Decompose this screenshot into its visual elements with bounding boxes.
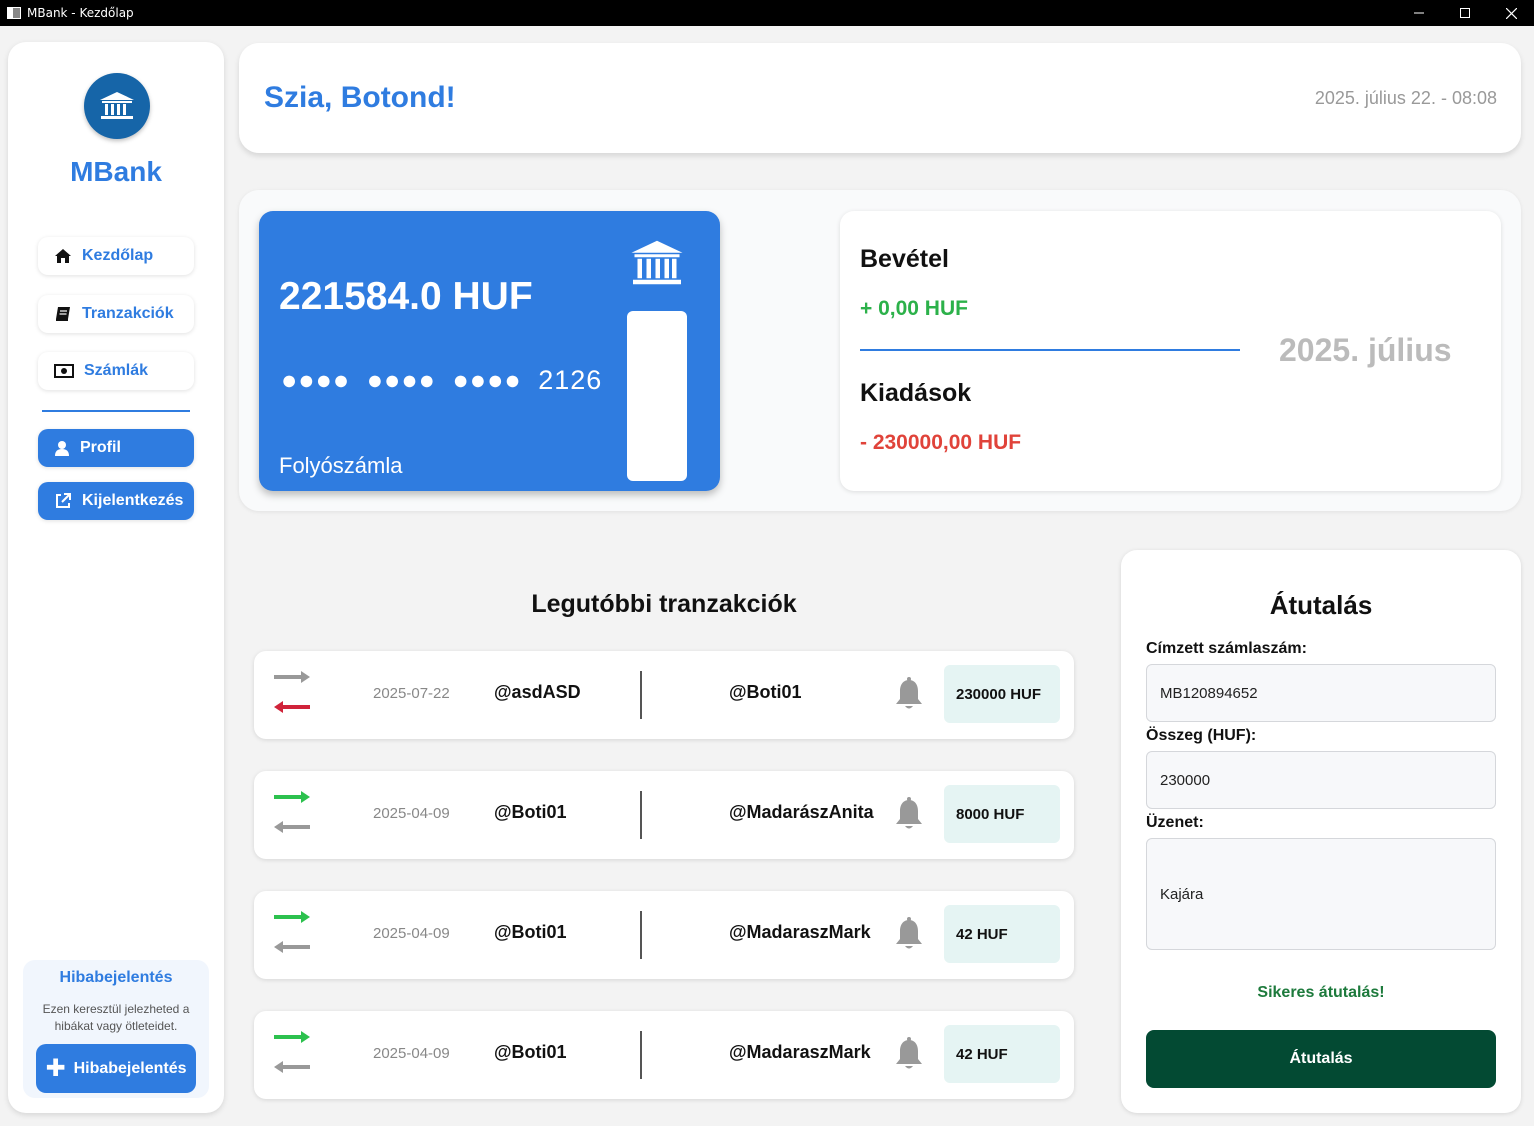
transaction-amount: 42 HUF	[944, 1025, 1060, 1083]
transaction-sender: @Boti01	[494, 802, 567, 822]
bank-icon	[100, 92, 134, 119]
transfer-direction-icon	[274, 671, 310, 713]
message-label: Üzenet:	[1146, 814, 1204, 831]
transfer-submit-button[interactable]: Átutalás	[1146, 1030, 1496, 1088]
transaction-recipient: @Boti01	[729, 682, 802, 702]
close-icon	[1505, 7, 1517, 19]
header: Szia, Botond! 2025. július 22. - 08:08	[239, 43, 1521, 153]
card-bank-icon	[630, 239, 684, 294]
minimize-icon	[1414, 12, 1424, 14]
logout-label: Kijelentkezés	[82, 492, 184, 509]
bell-icon[interactable]	[894, 797, 924, 831]
transaction-date: 2025-07-22	[373, 685, 450, 702]
transaction-amount: 8000 HUF	[944, 785, 1060, 843]
transaction-separator	[640, 1031, 642, 1079]
monthly-summary: Bevétel + 0,00 HUF Kiadások - 230000,00 …	[840, 211, 1501, 491]
user-icon	[55, 441, 69, 456]
card-chip-strip	[627, 311, 687, 481]
transfer-panel: Átutalás Címzett számlaszám: MB120894652…	[1121, 550, 1521, 1113]
transaction-separator	[640, 911, 642, 959]
profile-button[interactable]: Profil	[38, 429, 194, 467]
transaction-sender: @Boti01	[494, 1042, 567, 1062]
greeting: Szia, Botond!	[264, 81, 456, 114]
transaction-date: 2025-04-09	[373, 925, 450, 942]
sidebar: MBank Kezdőlap Tranzakciók Számlák Profi…	[8, 42, 224, 1113]
app-icon	[7, 7, 21, 19]
close-button[interactable]	[1488, 0, 1534, 26]
window-titlebar: MBank - Kezdőlap	[0, 0, 1534, 26]
transfer-direction-icon	[274, 1031, 310, 1073]
transaction-row[interactable]: 2025-07-22 @asdASD @Boti01 230000 HUF	[254, 651, 1074, 739]
card-balance: 221584.0 HUF	[279, 275, 533, 318]
money-icon	[54, 364, 74, 378]
transaction-amount: 230000 HUF	[944, 665, 1060, 723]
transfer-direction-icon	[274, 791, 310, 833]
book-icon	[56, 307, 70, 321]
transaction-separator	[640, 791, 642, 839]
recipient-account-input[interactable]: MB120894652	[1146, 664, 1496, 722]
current-datetime: 2025. július 22. - 08:08	[1314, 88, 1497, 108]
overview-panel: 221584.0 HUF ●●●● ●●●● ●●●● 2126 Folyósz…	[239, 190, 1521, 511]
summary-month: 2025. július	[1279, 332, 1452, 368]
amount-input[interactable]: 230000	[1146, 751, 1496, 809]
plus-icon: ✚	[45, 1054, 66, 1082]
logout-button[interactable]: Kijelentkezés	[38, 482, 194, 520]
expense-value: - 230000,00 HUF	[860, 431, 1022, 454]
transaction-recipient: @MadaraszMark	[729, 1042, 871, 1062]
income-label: Bevétel	[860, 245, 949, 273]
maximize-icon	[1460, 8, 1470, 18]
minimize-button[interactable]	[1396, 0, 1442, 26]
transaction-separator	[640, 671, 642, 719]
card-type: Folyószámla	[279, 453, 403, 478]
card-number: ●●●● ●●●● ●●●● 2126	[281, 365, 603, 395]
transaction-row[interactable]: 2025-04-09 @Boti01 @MadaraszMark 42 HUF	[254, 891, 1074, 979]
nav-accounts[interactable]: Számlák	[38, 352, 194, 390]
transaction-amount: 42 HUF	[944, 905, 1060, 963]
nav-home[interactable]: Kezdőlap	[38, 237, 194, 275]
transfer-status: Sikeres átutalás!	[1257, 984, 1385, 1001]
nav-divider	[42, 410, 190, 412]
transaction-sender: @Boti01	[494, 922, 567, 942]
external-link-icon	[56, 493, 71, 508]
window-title: MBank - Kezdőlap	[27, 6, 134, 20]
nav-transactions[interactable]: Tranzakciók	[38, 295, 194, 333]
transfer-title: Átutalás	[1269, 590, 1373, 620]
nav-transactions-label: Tranzakciók	[82, 305, 174, 322]
brand-name: MBank	[70, 156, 162, 187]
transaction-date: 2025-04-09	[373, 805, 450, 822]
summary-divider	[860, 349, 1240, 351]
message-textarea[interactable]: Kajára	[1146, 838, 1496, 950]
recipient-account-label: Címzett számlaszám:	[1146, 640, 1307, 657]
bell-icon[interactable]	[894, 1037, 924, 1071]
nav-home-label: Kezdőlap	[82, 247, 154, 264]
profile-label: Profil	[80, 439, 121, 456]
bell-icon[interactable]	[894, 917, 924, 951]
maximize-button[interactable]	[1442, 0, 1488, 26]
bug-report-button-label: Hibabejelentés	[73, 1059, 187, 1077]
transaction-row[interactable]: 2025-04-09 @Boti01 @MadarászAnita 8000 HUF	[254, 771, 1074, 859]
bug-report-title: Hibabejelentés	[59, 969, 173, 986]
bell-icon[interactable]	[894, 677, 924, 711]
income-value: + 0,00 HUF	[860, 297, 968, 320]
bank-logo	[84, 73, 150, 139]
home-icon	[55, 249, 71, 263]
expense-label: Kiadások	[860, 379, 972, 407]
transaction-recipient: @MadaraszMark	[729, 922, 871, 942]
bug-report-description: Ezen keresztül jelezheted a hibákat vagy…	[42, 1002, 190, 1033]
bank-card[interactable]: 221584.0 HUF ●●●● ●●●● ●●●● 2126 Folyósz…	[259, 211, 720, 491]
transfer-direction-icon	[274, 911, 310, 953]
bug-report-button[interactable]: ✚ Hibabejelentés	[36, 1044, 196, 1093]
nav-accounts-label: Számlák	[84, 362, 149, 379]
amount-label: Összeg (HUF):	[1146, 727, 1257, 744]
transactions-title: Legutóbbi tranzakciók	[531, 590, 797, 618]
transaction-date: 2025-04-09	[373, 1045, 450, 1062]
transaction-row[interactable]: 2025-04-09 @Boti01 @MadaraszMark 42 HUF	[254, 1011, 1074, 1099]
transaction-recipient: @MadarászAnita	[729, 802, 874, 822]
bug-report-box: Hibabejelentés Ezen keresztül jelezheted…	[23, 960, 209, 1098]
transaction-sender: @asdASD	[494, 682, 581, 702]
